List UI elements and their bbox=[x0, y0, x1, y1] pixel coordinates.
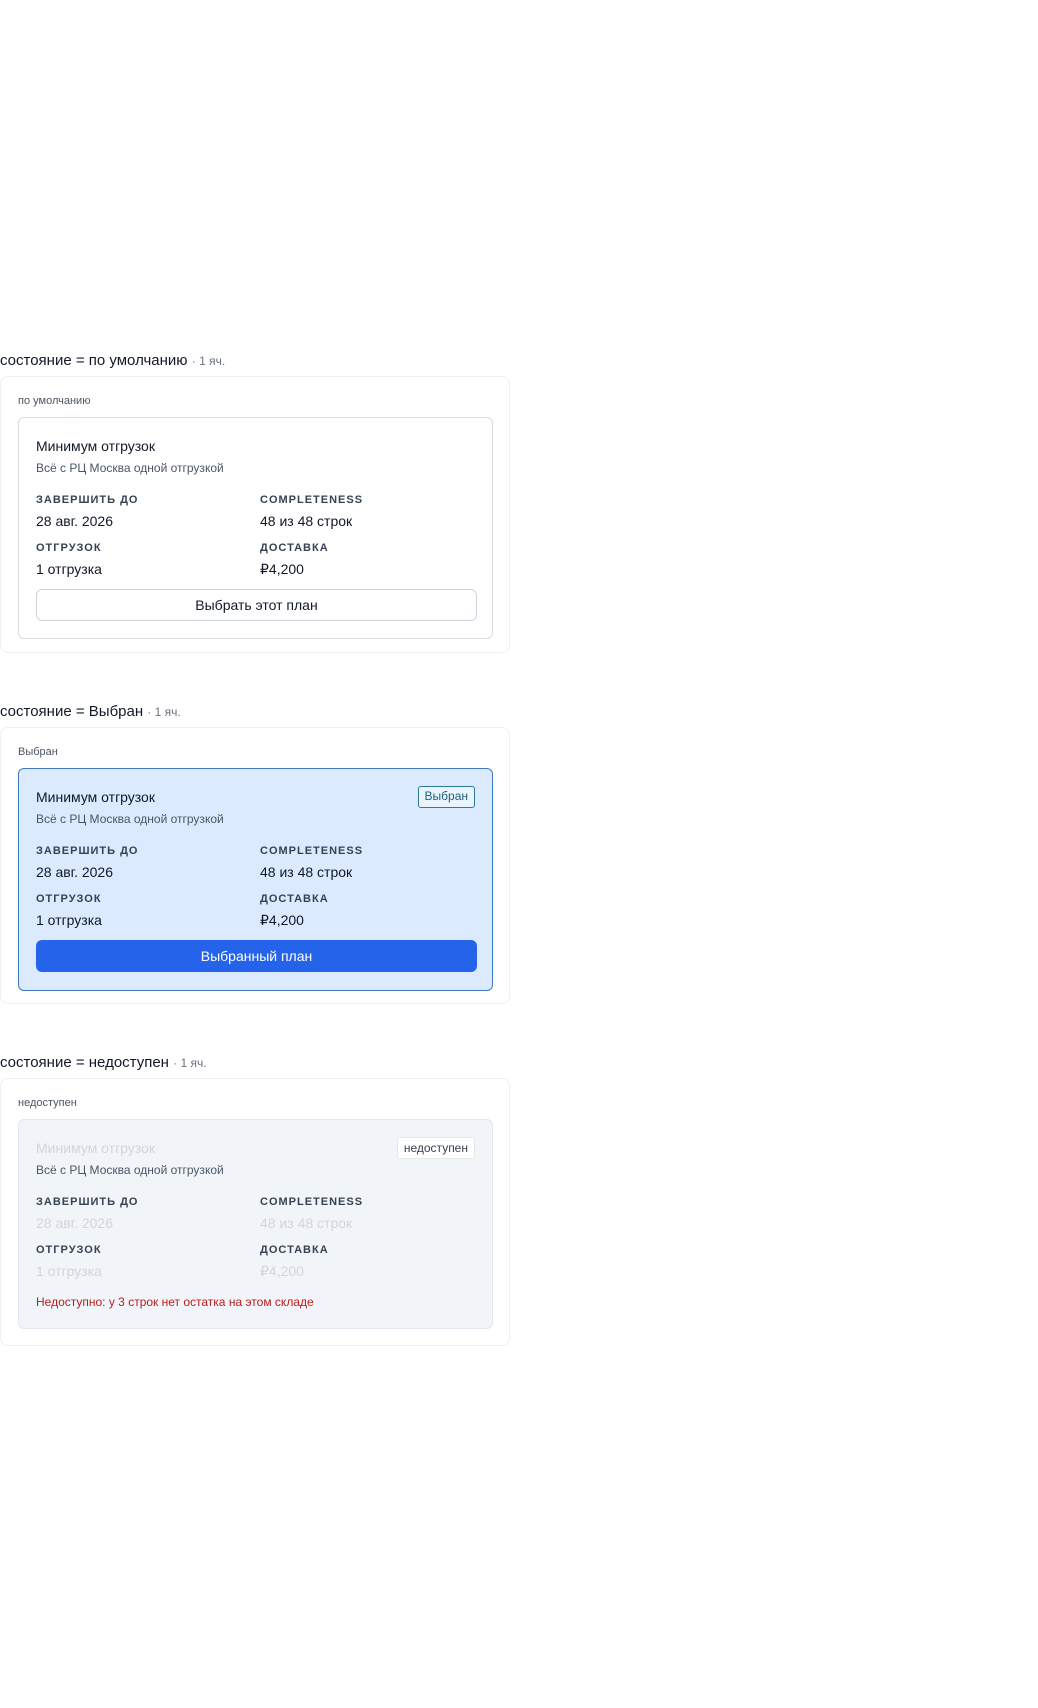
delivery-label: ДОСТАВКА bbox=[260, 893, 329, 905]
shipments-label: ОТГРУЗОК bbox=[36, 542, 102, 554]
finish-by-value: 28 авг. 2026 bbox=[36, 1215, 114, 1231]
finish-by-value: 28 авг. 2026 bbox=[36, 513, 114, 529]
shipments-label: ОТГРУЗОК bbox=[36, 1244, 102, 1256]
completeness-label: COMPLETENESS bbox=[260, 845, 364, 857]
plan-title: Минимум отгрузок bbox=[36, 789, 155, 805]
plan-title: Минимум отгрузок bbox=[36, 438, 155, 454]
shipments-value: 1 отгрузка bbox=[36, 561, 102, 577]
shipments-label: ОТГРУЗОК bbox=[36, 893, 102, 905]
section-header: состояние = по умолчанию · 1 яч. bbox=[0, 351, 512, 371]
completeness-label: COMPLETENESS bbox=[260, 1196, 364, 1208]
plan-title: Минимум отгрузок bbox=[36, 1140, 155, 1156]
plan-card: Минимум отгрузок недоступен Всё с РЦ Мос… bbox=[18, 1119, 493, 1329]
preview-frame: недоступен Минимум отгрузок недоступен В… bbox=[0, 1078, 510, 1346]
plan-card[interactable]: Минимум отгрузок Всё с РЦ Москва одной о… bbox=[18, 417, 493, 639]
completeness-value: 48 из 48 строк bbox=[260, 513, 353, 529]
state-section-unavailable: состояние = недоступен · 1 яч. недоступе… bbox=[0, 1053, 512, 1346]
unavailable-error-message: Недоступно: у 3 строк нет остатка на это… bbox=[36, 1295, 314, 1309]
section-header-state: состояние = по умолчанию bbox=[0, 352, 188, 369]
finish-by-label: ЗАВЕРШИТЬ ДО bbox=[36, 845, 139, 857]
section-header-state: состояние = недоступен bbox=[0, 1054, 169, 1071]
delivery-value: ₽4,200 bbox=[260, 561, 304, 577]
plan-subtitle: Всё с РЦ Москва одной отгрузкой bbox=[36, 1163, 224, 1177]
completeness-value: 48 из 48 строк bbox=[260, 1215, 353, 1231]
completeness-value: 48 из 48 строк bbox=[260, 864, 353, 880]
select-plan-button[interactable]: Выбрать этот план bbox=[36, 589, 477, 621]
section-header-meta: · 1 яч. bbox=[191, 354, 226, 368]
plan-card[interactable]: Минимум отгрузок Выбран Всё с РЦ Москва … bbox=[18, 768, 493, 991]
selected-plan-button[interactable]: Выбранный план bbox=[36, 940, 477, 972]
section-header-state: состояние = Выбран bbox=[0, 703, 144, 720]
section-header: состояние = Выбран · 1 яч. bbox=[0, 702, 512, 722]
frame-label: недоступен bbox=[18, 1097, 77, 1109]
delivery-value: ₽4,200 bbox=[260, 912, 304, 928]
section-header: состояние = недоступен · 1 яч. bbox=[0, 1053, 512, 1073]
finish-by-value: 28 авг. 2026 bbox=[36, 864, 114, 880]
plan-subtitle: Всё с РЦ Москва одной отгрузкой bbox=[36, 461, 224, 475]
shipments-value: 1 отгрузка bbox=[36, 912, 102, 928]
completeness-label: COMPLETENESS bbox=[260, 494, 364, 506]
preview-frame: по умолчанию Минимум отгрузок Всё с РЦ М… bbox=[0, 376, 510, 653]
section-header-meta: · 1 яч. bbox=[173, 1056, 207, 1070]
delivery-label: ДОСТАВКА bbox=[260, 1244, 329, 1256]
frame-label: Выбран bbox=[18, 746, 58, 758]
finish-by-label: ЗАВЕРШИТЬ ДО bbox=[36, 494, 139, 506]
delivery-value: ₽4,200 bbox=[260, 1263, 304, 1279]
state-section-selected: состояние = Выбран · 1 яч. Выбран Миниму… bbox=[0, 702, 512, 1004]
plan-subtitle: Всё с РЦ Москва одной отгрузкой bbox=[36, 812, 224, 826]
shipments-value: 1 отгрузка bbox=[36, 1263, 102, 1279]
section-header-meta: · 1 яч. bbox=[147, 705, 181, 719]
finish-by-label: ЗАВЕРШИТЬ ДО bbox=[36, 1196, 139, 1208]
frame-label: по умолчанию bbox=[18, 395, 91, 407]
preview-frame: Выбран Минимум отгрузок Выбран Всё с РЦ … bbox=[0, 727, 510, 1004]
selected-badge: Выбран bbox=[417, 786, 475, 808]
unavailable-badge: недоступен bbox=[396, 1137, 475, 1159]
delivery-label: ДОСТАВКА bbox=[260, 542, 329, 554]
state-section-default: состояние = по умолчанию · 1 яч. по умол… bbox=[0, 351, 512, 653]
